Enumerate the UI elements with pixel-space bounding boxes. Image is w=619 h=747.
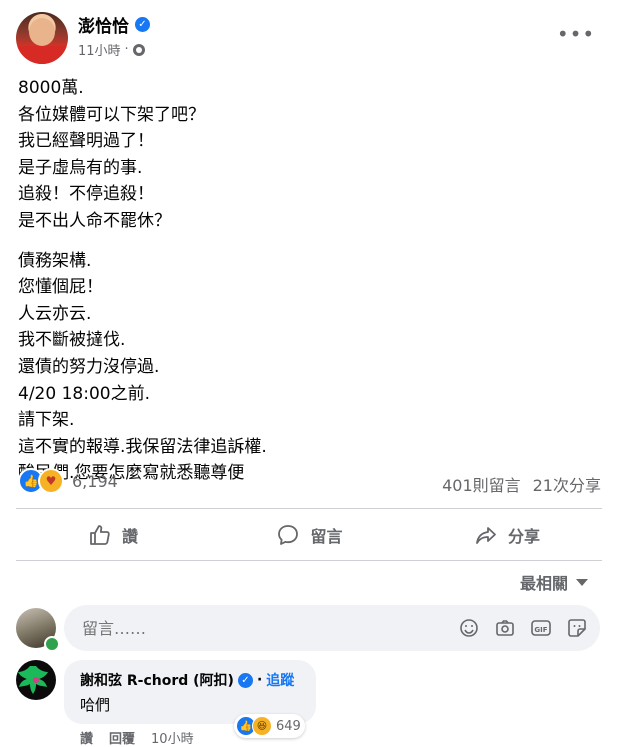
post-line: 8000萬.	[18, 78, 84, 98]
comment-reply-link[interactable]: 回覆	[109, 728, 135, 747]
author-name[interactable]: 澎恰恰	[78, 12, 129, 37]
more-options-button[interactable]: •••	[557, 20, 594, 48]
reaction-count[interactable]: 6,194	[72, 472, 118, 491]
svg-text:GIF: GIF	[534, 626, 547, 634]
post-line: 您懂個屁！	[18, 277, 103, 298]
leaf-logo-icon	[18, 666, 48, 694]
post-line: 請下架.	[18, 410, 75, 431]
post-line: 我已經聲明過了！	[18, 131, 154, 152]
care-reaction-icon: ♥	[38, 468, 64, 494]
thumbs-up-icon	[90, 525, 110, 545]
comment-label: 留言	[310, 527, 343, 546]
comment-input[interactable]	[80, 617, 444, 639]
comment-text: 哈們	[80, 696, 111, 714]
post-line: 各位媒體可以下架了吧？	[18, 104, 205, 125]
share-label: 分享	[507, 527, 540, 546]
post-meta: 11小時 ·	[78, 40, 145, 59]
post-line: 是子虛烏有的事.	[18, 157, 143, 178]
shares-count[interactable]: 21次分享	[533, 472, 601, 496]
sort-label: 最相關	[520, 574, 569, 593]
like-label: 讚	[121, 527, 138, 546]
online-status-icon	[44, 636, 60, 652]
gif-icon[interactable]: GIF	[528, 615, 554, 641]
post-line: 我不斷被撻伐.	[18, 330, 126, 351]
post-timestamp[interactable]: 11小時	[78, 40, 121, 59]
like-button[interactable]: 讚	[18, 513, 208, 557]
post-stats: 401則留言 21次分享	[442, 472, 601, 496]
sticker-icon[interactable]	[564, 615, 590, 641]
comment-actions: 讚 回覆 10小時	[80, 728, 194, 747]
comments-count[interactable]: 401則留言	[442, 472, 521, 496]
post-line: 是不出人命不罷休？	[18, 210, 171, 231]
verified-badge-icon: ✓	[135, 17, 150, 32]
post-paragraph: 8000萬. 各位媒體可以下架了吧？ 我已經聲明過了！ 是子虛烏有的事. 追殺！…	[18, 75, 598, 235]
share-button[interactable]: 分享	[412, 513, 602, 557]
comment-sort-dropdown[interactable]: 最相關	[520, 570, 589, 594]
post-paragraph: 債務架構. 您懂個屁！ 人云亦云. 我不斷被撻伐. 還債的努力沒停過. 4/20…	[18, 248, 598, 487]
post-body: 8000萬. 各位媒體可以下架了吧？ 我已經聲明過了！ 是子虛烏有的事. 追殺！…	[18, 75, 598, 500]
comment-reactions[interactable]: 👍 😆 649	[234, 714, 305, 738]
globe-icon	[132, 43, 145, 56]
reaction-summary[interactable]: 👍 ♥ 6,194	[18, 468, 118, 494]
post-line: 4/20 18:00之前.	[18, 383, 150, 404]
comment-icon	[278, 525, 299, 545]
post-line: 這不實的報導.我保留法律追訴權.	[18, 436, 267, 457]
post-line: 債務架構.	[18, 250, 92, 271]
divider	[16, 560, 602, 561]
camera-icon[interactable]	[492, 615, 518, 641]
author-avatar[interactable]	[16, 12, 68, 64]
composer-tools: GIF	[456, 615, 590, 641]
verified-badge-icon: ✓	[237, 672, 253, 688]
post-line: 追殺！不停追殺！	[18, 184, 154, 205]
caret-down-icon	[576, 578, 589, 586]
comment-composer[interactable]: GIF	[64, 605, 600, 651]
comment-author-row: 謝和弦 R-chord (阿扣) ✓ · 追蹤	[80, 670, 295, 690]
commenter-avatar[interactable]	[16, 660, 56, 700]
emoji-icon[interactable]	[456, 615, 482, 641]
comment-time[interactable]: 10小時	[151, 728, 194, 747]
post-line: 人云亦云.	[18, 303, 92, 324]
divider	[16, 508, 602, 509]
post-line: 還債的努力沒停過.	[18, 356, 160, 377]
comment-button[interactable]: 留言	[212, 513, 407, 557]
haha-reaction-icon: 😆	[252, 716, 272, 736]
comment-author[interactable]: 謝和弦 R-chord (阿扣)	[80, 670, 234, 690]
comment-reaction-count: 649	[276, 718, 301, 734]
follow-button[interactable]: 追蹤	[266, 670, 294, 690]
post-author[interactable]: 澎恰恰 ✓	[78, 12, 150, 37]
comment-like-link[interactable]: 讚	[80, 728, 93, 747]
share-icon	[476, 527, 496, 544]
